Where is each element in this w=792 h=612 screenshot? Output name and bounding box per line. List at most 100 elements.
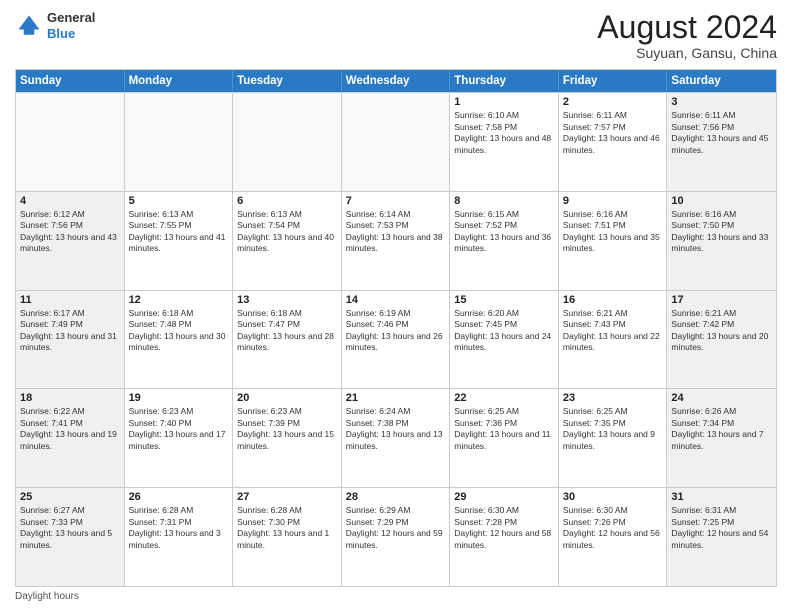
footer: Daylight hours (15, 591, 777, 602)
calendar-cell-w5-d1: 25Sunrise: 6:27 AM Sunset: 7:33 PM Dayli… (16, 488, 125, 586)
calendar-cell-w3-d4: 14 Sunrise: 6:19 AM Sunset: 7:46 PM Dayli… (342, 291, 451, 389)
day-number: 4 (20, 195, 120, 207)
day-info: Sunrise: 6:13 AM Sunset: 7:55 PM Dayligh… (129, 209, 229, 255)
day-number: 3 (671, 96, 772, 108)
day-number: 21 (346, 392, 446, 404)
day-number: 17 (671, 294, 772, 306)
day-number: 18 (20, 392, 120, 404)
day-info: Sunrise: 6:16 AM Sunset: 7:51 PM Dayligh… (563, 209, 663, 255)
day-info: Sunrise: 6:17 AM Sunset: 7:49 PM Dayligh… (20, 308, 120, 354)
calendar-week-1: 1 Sunrise: 6:10 AM Sunset: 7:58 PM Daylig… (16, 92, 776, 191)
calendar-cell-w1-d1 (16, 93, 125, 191)
logo-icon (15, 12, 43, 40)
header: General Blue August 2024 Suyuan, Gansu, … (15, 10, 777, 61)
calendar-header-row: SundayMondayTuesdayWednesdayThursdayFrid… (16, 70, 776, 92)
day-info: Sunrise: 6:12 AM Sunset: 7:56 PM Dayligh… (20, 209, 120, 255)
day-number: 6 (237, 195, 337, 207)
calendar-cell-w1-d7: 3 Sunrise: 6:11 AM Sunset: 7:56 PM Daylig… (667, 93, 776, 191)
day-number: 7 (346, 195, 446, 207)
day-number: 27 (237, 491, 337, 503)
day-number: 20 (237, 392, 337, 404)
calendar-cell-w1-d6: 2 Sunrise: 6:11 AM Sunset: 7:57 PM Daylig… (559, 93, 668, 191)
day-info: Sunrise: 6:27 AM Sunset: 7:33 PM Dayligh… (20, 505, 120, 551)
day-number: 12 (129, 294, 229, 306)
calendar-header-saturday: Saturday (667, 70, 776, 92)
calendar-cell-w2-d6: 9Sunrise: 6:16 AM Sunset: 7:51 PM Daylig… (559, 192, 668, 290)
day-info: Sunrise: 6:11 AM Sunset: 7:57 PM Dayligh… (563, 110, 663, 156)
calendar-cell-w4-d7: 24Sunrise: 6:26 AM Sunset: 7:34 PM Dayli… (667, 389, 776, 487)
day-info: Sunrise: 6:15 AM Sunset: 7:52 PM Dayligh… (454, 209, 554, 255)
day-number: 16 (563, 294, 663, 306)
calendar-title: August 2024 (597, 10, 777, 45)
day-info: Sunrise: 6:20 AM Sunset: 7:45 PM Dayligh… (454, 308, 554, 354)
day-info: Sunrise: 6:26 AM Sunset: 7:34 PM Dayligh… (671, 406, 772, 452)
calendar-cell-w2-d2: 5Sunrise: 6:13 AM Sunset: 7:55 PM Daylig… (125, 192, 234, 290)
logo-text: General Blue (47, 10, 95, 41)
calendar-cell-w1-d5: 1 Sunrise: 6:10 AM Sunset: 7:58 PM Daylig… (450, 93, 559, 191)
calendar-header-sunday: Sunday (16, 70, 125, 92)
calendar-cell-w2-d3: 6Sunrise: 6:13 AM Sunset: 7:54 PM Daylig… (233, 192, 342, 290)
calendar-week-4: 18 Sunrise: 6:22 AM Sunset: 7:41 PM Dayli… (16, 388, 776, 487)
calendar-header-thursday: Thursday (450, 70, 559, 92)
calendar-cell-w2-d7: 10 Sunrise: 6:16 AM Sunset: 7:50 PM Dayli… (667, 192, 776, 290)
calendar-cell-w2-d4: 7 Sunrise: 6:14 AM Sunset: 7:53 PM Daylig… (342, 192, 451, 290)
day-info: Sunrise: 6:19 AM Sunset: 7:46 PM Dayligh… (346, 308, 446, 354)
page: General Blue August 2024 Suyuan, Gansu, … (0, 0, 792, 612)
logo-blue: Blue (47, 26, 95, 42)
day-info: Sunrise: 6:22 AM Sunset: 7:41 PM Dayligh… (20, 406, 120, 452)
calendar-cell-w2-d1: 4 Sunrise: 6:12 AM Sunset: 7:56 PM Daylig… (16, 192, 125, 290)
day-number: 15 (454, 294, 554, 306)
calendar-cell-w4-d6: 23 Sunrise: 6:25 AM Sunset: 7:35 PM Dayli… (559, 389, 668, 487)
calendar-cell-w1-d3 (233, 93, 342, 191)
calendar-header-wednesday: Wednesday (342, 70, 451, 92)
day-number: 30 (563, 491, 663, 503)
day-number: 8 (454, 195, 554, 207)
day-info: Sunrise: 6:24 AM Sunset: 7:38 PM Dayligh… (346, 406, 446, 452)
calendar-cell-w3-d1: 11 Sunrise: 6:17 AM Sunset: 7:49 PM Dayli… (16, 291, 125, 389)
calendar-cell-w5-d7: 31Sunrise: 6:31 AM Sunset: 7:25 PM Dayli… (667, 488, 776, 586)
day-info: Sunrise: 6:11 AM Sunset: 7:56 PM Dayligh… (671, 110, 772, 156)
day-number: 19 (129, 392, 229, 404)
calendar-cell-w4-d1: 18 Sunrise: 6:22 AM Sunset: 7:41 PM Dayli… (16, 389, 125, 487)
day-info: Sunrise: 6:16 AM Sunset: 7:50 PM Dayligh… (671, 209, 772, 255)
calendar-cell-w4-d2: 19 Sunrise: 6:23 AM Sunset: 7:40 PM Dayli… (125, 389, 234, 487)
calendar-cell-w3-d7: 17Sunrise: 6:21 AM Sunset: 7:42 PM Dayli… (667, 291, 776, 389)
day-number: 2 (563, 96, 663, 108)
day-number: 13 (237, 294, 337, 306)
calendar-header-friday: Friday (559, 70, 668, 92)
day-number: 26 (129, 491, 229, 503)
day-number: 11 (20, 294, 120, 306)
day-number: 31 (671, 491, 772, 503)
calendar-header-tuesday: Tuesday (233, 70, 342, 92)
calendar-cell-w5-d4: 28 Sunrise: 6:29 AM Sunset: 7:29 PM Dayli… (342, 488, 451, 586)
calendar-cell-w5-d2: 26Sunrise: 6:28 AM Sunset: 7:31 PM Dayli… (125, 488, 234, 586)
calendar-header-monday: Monday (125, 70, 234, 92)
calendar-cell-w4-d5: 22Sunrise: 6:25 AM Sunset: 7:36 PM Dayli… (450, 389, 559, 487)
calendar-cell-w4-d4: 21 Sunrise: 6:24 AM Sunset: 7:38 PM Dayli… (342, 389, 451, 487)
day-info: Sunrise: 6:18 AM Sunset: 7:47 PM Dayligh… (237, 308, 337, 354)
day-info: Sunrise: 6:18 AM Sunset: 7:48 PM Dayligh… (129, 308, 229, 354)
calendar-cell-w1-d4 (342, 93, 451, 191)
day-info: Sunrise: 6:29 AM Sunset: 7:29 PM Dayligh… (346, 505, 446, 551)
calendar-cell-w1-d2 (125, 93, 234, 191)
calendar-body: 1 Sunrise: 6:10 AM Sunset: 7:58 PM Daylig… (16, 92, 776, 586)
day-info: Sunrise: 6:10 AM Sunset: 7:58 PM Dayligh… (454, 110, 554, 156)
day-info: Sunrise: 6:23 AM Sunset: 7:39 PM Dayligh… (237, 406, 337, 452)
day-info: Sunrise: 6:14 AM Sunset: 7:53 PM Dayligh… (346, 209, 446, 255)
day-number: 14 (346, 294, 446, 306)
day-number: 1 (454, 96, 554, 108)
calendar-cell-w2-d5: 8 Sunrise: 6:15 AM Sunset: 7:52 PM Daylig… (450, 192, 559, 290)
calendar-week-2: 4 Sunrise: 6:12 AM Sunset: 7:56 PM Daylig… (16, 191, 776, 290)
day-number: 28 (346, 491, 446, 503)
day-info: Sunrise: 6:30 AM Sunset: 7:26 PM Dayligh… (563, 505, 663, 551)
calendar-cell-w5-d5: 29Sunrise: 6:30 AM Sunset: 7:28 PM Dayli… (450, 488, 559, 586)
calendar-cell-w3-d3: 13 Sunrise: 6:18 AM Sunset: 7:47 PM Dayli… (233, 291, 342, 389)
day-info: Sunrise: 6:23 AM Sunset: 7:40 PM Dayligh… (129, 406, 229, 452)
day-number: 23 (563, 392, 663, 404)
day-info: Sunrise: 6:25 AM Sunset: 7:35 PM Dayligh… (563, 406, 663, 452)
calendar-cell-w3-d6: 16Sunrise: 6:21 AM Sunset: 7:43 PM Dayli… (559, 291, 668, 389)
day-number: 10 (671, 195, 772, 207)
calendar-cell-w5-d3: 27Sunrise: 6:28 AM Sunset: 7:30 PM Dayli… (233, 488, 342, 586)
day-number: 22 (454, 392, 554, 404)
day-info: Sunrise: 6:30 AM Sunset: 7:28 PM Dayligh… (454, 505, 554, 551)
